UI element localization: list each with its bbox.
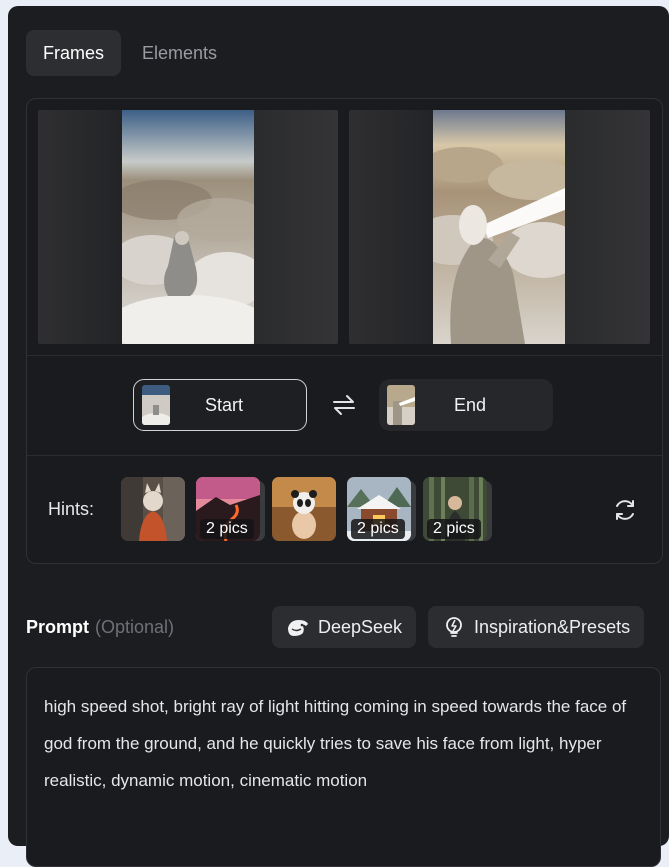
prompt-textarea[interactable]: high speed shot, bright ray of light hit… — [26, 667, 661, 867]
deepseek-label: DeepSeek — [318, 616, 403, 637]
end-frame-button[interactable]: End — [379, 379, 553, 431]
end-label: End — [453, 394, 487, 415]
inspiration-presets-button[interactable]: Inspiration&Presets — [428, 606, 645, 648]
hint-cat-soldier-image — [121, 477, 185, 541]
prompt-optional-hint: (Optional) — [95, 617, 175, 637]
hint-panda[interactable] — [272, 477, 336, 541]
frames-section: Start End Hints: 2 pics 2 pics 2 pics — [26, 98, 663, 564]
hint-bamboo-forest[interactable]: 2 pics — [423, 477, 487, 541]
end-thumbnail-image — [387, 385, 415, 425]
mode-tabs: Frames Elements — [26, 30, 234, 76]
tab-elements[interactable]: Elements — [125, 30, 234, 76]
hint-lava-landscape[interactable]: 2 pics — [196, 477, 260, 541]
hint-snowy-village[interactable]: 2 pics — [347, 477, 411, 541]
hint-snowy-badge: 2 pics — [351, 519, 405, 539]
whale-icon — [288, 620, 308, 636]
end-thumbnail — [387, 385, 415, 425]
start-thumbnail-image — [142, 385, 170, 425]
end-frame-image — [433, 110, 565, 344]
end-frame-preview[interactable] — [349, 110, 650, 344]
hint-lava-badge: 2 pics — [200, 519, 254, 539]
swap-frames-icon[interactable] — [331, 393, 357, 417]
inspiration-label: Inspiration&Presets — [474, 616, 631, 637]
prompt-title: Prompt — [26, 617, 89, 637]
deepseek-button[interactable]: DeepSeek — [272, 606, 417, 648]
start-frame-button[interactable]: Start — [133, 379, 307, 431]
hints-label: Hints: — [48, 499, 95, 519]
start-thumbnail — [142, 385, 170, 425]
frames-divider-bottom — [27, 455, 662, 456]
frames-divider-top — [27, 355, 662, 356]
start-label: Start — [204, 394, 243, 415]
hint-panda-image — [272, 477, 336, 541]
start-frame-image — [122, 110, 254, 344]
prompt-heading: Prompt (Optional) — [26, 617, 174, 638]
start-frame-preview[interactable] — [38, 110, 338, 344]
tab-frames[interactable]: Frames — [26, 30, 122, 76]
hint-cat-soldier[interactable] — [121, 477, 185, 541]
hint-bamboo-badge: 2 pics — [427, 519, 481, 539]
refresh-hints-icon[interactable] — [612, 497, 638, 523]
lightbulb-icon — [446, 617, 462, 637]
